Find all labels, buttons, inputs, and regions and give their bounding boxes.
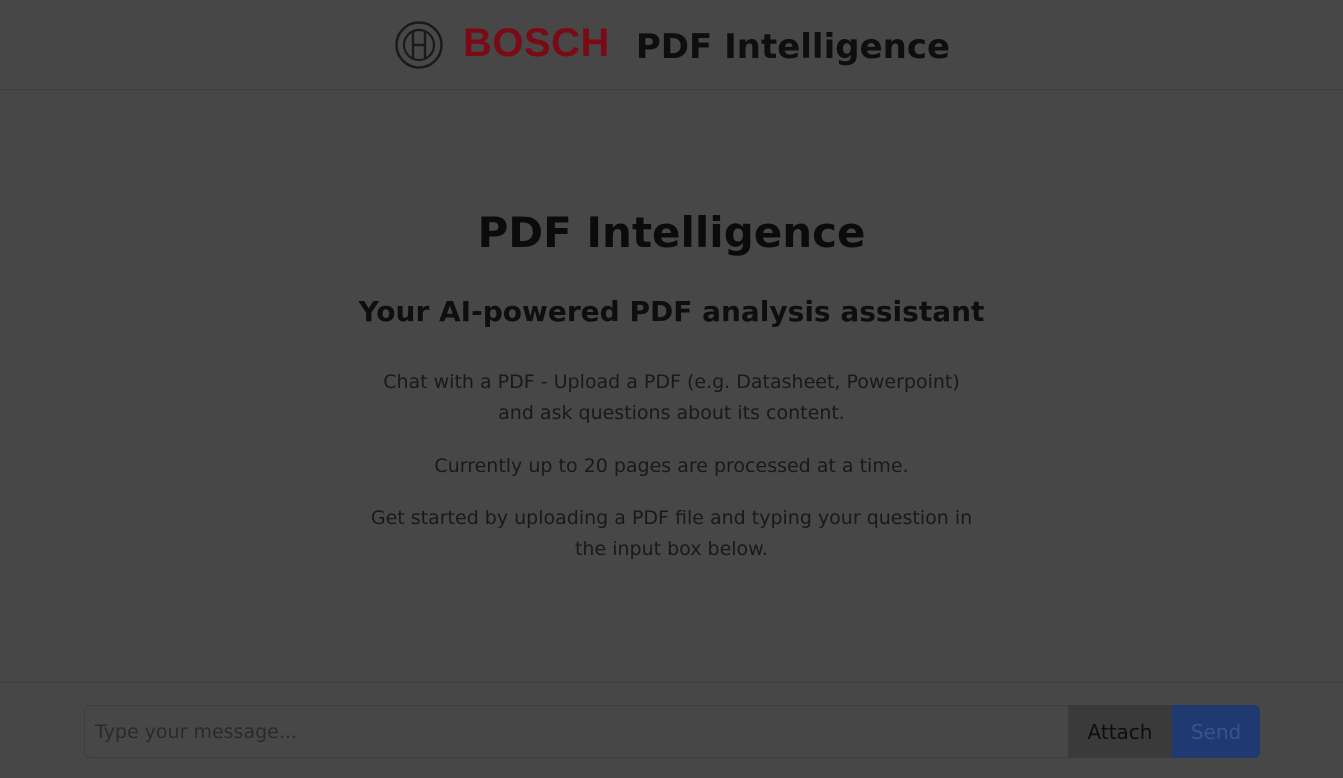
- intro-line-2: and ask questions about its content.: [498, 402, 845, 424]
- message-input-group: Attach Send: [84, 705, 1260, 758]
- welcome-panel: PDF Intelligence Your AI-powered PDF ana…: [0, 90, 1343, 682]
- bosch-armature-icon: [395, 20, 443, 69]
- intro-line-1: Chat with a PDF - Upload a PDF (e.g. Dat…: [383, 371, 960, 393]
- send-button[interactable]: Send: [1172, 705, 1260, 758]
- top-header: BOSCH PDF Intelligence: [0, 0, 1343, 90]
- getting-started-line-2: the input box below.: [574, 538, 768, 560]
- welcome-title: PDF Intelligence: [477, 208, 866, 257]
- intro-paragraph: Chat with a PDF - Upload a PDF (e.g. Dat…: [0, 367, 1343, 429]
- message-input[interactable]: [84, 705, 1068, 758]
- welcome-subtitle: Your AI-powered PDF analysis assistant: [358, 295, 985, 328]
- page-limit-note: Currently up to 20 pages are processed a…: [434, 455, 909, 477]
- brand-logo-text: BOSCH: [462, 20, 610, 65]
- getting-started-line-1: Get started by uploading a PDF file and …: [370, 507, 973, 529]
- getting-started-paragraph: Get started by uploading a PDF file and …: [0, 503, 1343, 565]
- app-title: PDF Intelligence: [635, 26, 951, 67]
- composer-bar: Attach Send: [0, 682, 1343, 778]
- attach-button[interactable]: Attach: [1068, 705, 1172, 758]
- app-window: BOSCH PDF Intelligence PDF Intelligence …: [0, 0, 1343, 778]
